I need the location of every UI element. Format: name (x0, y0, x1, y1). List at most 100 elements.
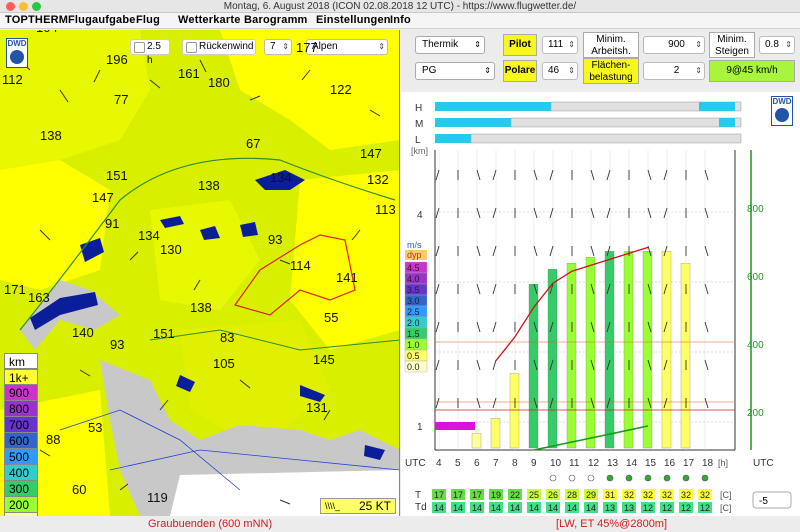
polare-button[interactable]: Polare (503, 60, 537, 82)
T-value: 26 (548, 490, 558, 500)
region-select[interactable]: Alpen ⇕ (306, 39, 388, 55)
close-window-button[interactable] (6, 2, 15, 11)
T-value: 22 (510, 490, 520, 500)
wind-barb (704, 359, 709, 371)
map-value-label: 177 (296, 40, 318, 55)
map-value-label: 147 (92, 190, 114, 205)
T-value: 31 (605, 490, 615, 500)
menu-barogramm[interactable]: Barogramm (244, 14, 308, 26)
map-value-label: 147 (360, 146, 382, 161)
min-arbeit-value[interactable]: 900 ⇕ (643, 36, 705, 54)
hour-label: 18 (702, 458, 714, 469)
T-value: 17 (434, 490, 444, 500)
utc-right: UTC (753, 458, 774, 469)
wind-barb (492, 359, 497, 371)
menu-einstellungen[interactable]: Einstellungen (316, 14, 391, 26)
wind-barb (704, 207, 709, 219)
wind-barb (476, 321, 481, 333)
cloud-bar-grey-M (510, 117, 742, 128)
legend-item: 1k+ (4, 369, 38, 385)
legend-item: 300 (4, 481, 38, 497)
menu-toptherm[interactable]: TOPTHERM (5, 14, 68, 26)
map-value-label: 132 (367, 172, 389, 187)
wind-barb (476, 359, 481, 371)
result-display: 9@45 km/h (709, 60, 795, 82)
wind-barb (476, 207, 481, 219)
min-steigen-value[interactable]: 0.8 ⇕ (759, 36, 795, 54)
menu-bar: TOPTHERM Flugaufgabe Flug Wetterkarte Ba… (0, 13, 800, 29)
weather-icon (549, 474, 557, 482)
weather-icon (701, 474, 709, 482)
y-tick-right: 400 (747, 340, 764, 351)
legend-item: 700 (4, 417, 38, 433)
sounding-panel: Thermik ⇕ Pilot 111 ⇕ Minim. Arbeitsh. 900… (401, 30, 800, 516)
hour-label: 12 (588, 458, 600, 469)
map-value-label: 151 (106, 168, 128, 183)
y-unit-left: [km] (411, 146, 428, 156)
level-select[interactable]: 7 ⇕ (264, 39, 292, 55)
menu-flug[interactable]: Flug (136, 14, 160, 26)
zoom-window-button[interactable] (32, 2, 41, 11)
map-value-label: 145 (313, 352, 335, 367)
hour-label: 10 (550, 458, 562, 469)
dwd-logo-chart: DWD (771, 96, 793, 126)
map-value-label: 196 (106, 52, 128, 67)
wind-barb (435, 245, 440, 257)
Td-value: 14 (567, 503, 577, 513)
wind-barb (647, 207, 652, 219)
legend-item: 800 (4, 401, 38, 417)
wind-barb (492, 397, 497, 409)
map-value-label: 105 (213, 356, 235, 371)
map-value-label: 60 (72, 482, 87, 497)
Td-value: 12 (662, 503, 672, 513)
map-value-label: 104 (36, 30, 58, 35)
climb-scale-label: 0.0 (407, 362, 420, 372)
wind-barb (606, 207, 611, 219)
wind-barb (704, 169, 709, 181)
row-label-M: M (415, 119, 423, 130)
pg-select[interactable]: PG ⇕ (415, 62, 495, 80)
status-bar: Graubuenden (600 mNN) [LW, ET 45%@2800m] (0, 516, 800, 532)
thermal-map[interactable]: DWD 2.5 h Rückenwind 7⇕ Alpen⇕ 104 112 196… (0, 30, 400, 516)
T-label: T (415, 490, 421, 501)
legend-rows: 1k+900800700600500400300200100 (4, 369, 38, 516)
thermal-bar (547, 269, 558, 449)
map-value-label: 53 (88, 420, 103, 435)
thermik-select[interactable]: Thermik ⇕ (415, 36, 485, 54)
T-value: 25 (529, 490, 539, 500)
minimize-window-button[interactable] (19, 2, 28, 11)
menu-flugaufgabe[interactable]: Flugaufgabe (68, 14, 136, 26)
toggle-rueckenwind[interactable]: Rückenwind (182, 39, 256, 55)
window-title: Montag, 6. August 2018 (ICON 02.08.2018 … (223, 1, 577, 12)
map-value-label: 67 (246, 136, 261, 151)
map-value-label: 119 (147, 490, 168, 505)
pilot-value[interactable]: 111 ⇕ (542, 36, 578, 54)
y-tick-right: 200 (747, 408, 764, 419)
cloud-bar-L (435, 134, 471, 143)
map-value-label: 113 (375, 202, 396, 217)
menu-info[interactable]: Info (390, 14, 411, 26)
toggle-2-5h[interactable]: 2.5 h (130, 39, 170, 66)
wind-barb (590, 245, 595, 257)
legend-item: 900 (4, 385, 38, 401)
y-tick-right: 600 (747, 272, 764, 283)
row-label-H: H (415, 103, 422, 114)
map-value-label: 171 (4, 282, 26, 297)
map-value-label: 141 (336, 270, 358, 285)
pilot-button[interactable]: Pilot (503, 34, 537, 56)
offset-value: -5 (759, 496, 768, 507)
wind-barb-icon: \\\\_ (325, 501, 341, 511)
min-steigen-label: Minim. Steigen (709, 32, 755, 58)
flaechen-value[interactable]: 2 ⇕ (643, 62, 705, 80)
legend-item: 600 (4, 433, 38, 449)
climb-unit: m/s (407, 240, 422, 250)
Td-value: 14 (491, 503, 501, 513)
status-location: Graubuenden (600 mNN) (148, 518, 273, 530)
climb-scale-label: 3.5 (407, 285, 420, 295)
stepper-icon: ⇕ (568, 40, 575, 49)
menu-wetterkarte[interactable]: Wetterkarte (178, 14, 241, 26)
map-value-label: 163 (28, 290, 50, 305)
polare-value[interactable]: 46 ⇕ (542, 62, 578, 80)
map-value-label: 180 (208, 75, 230, 90)
T-value: 17 (472, 490, 482, 500)
